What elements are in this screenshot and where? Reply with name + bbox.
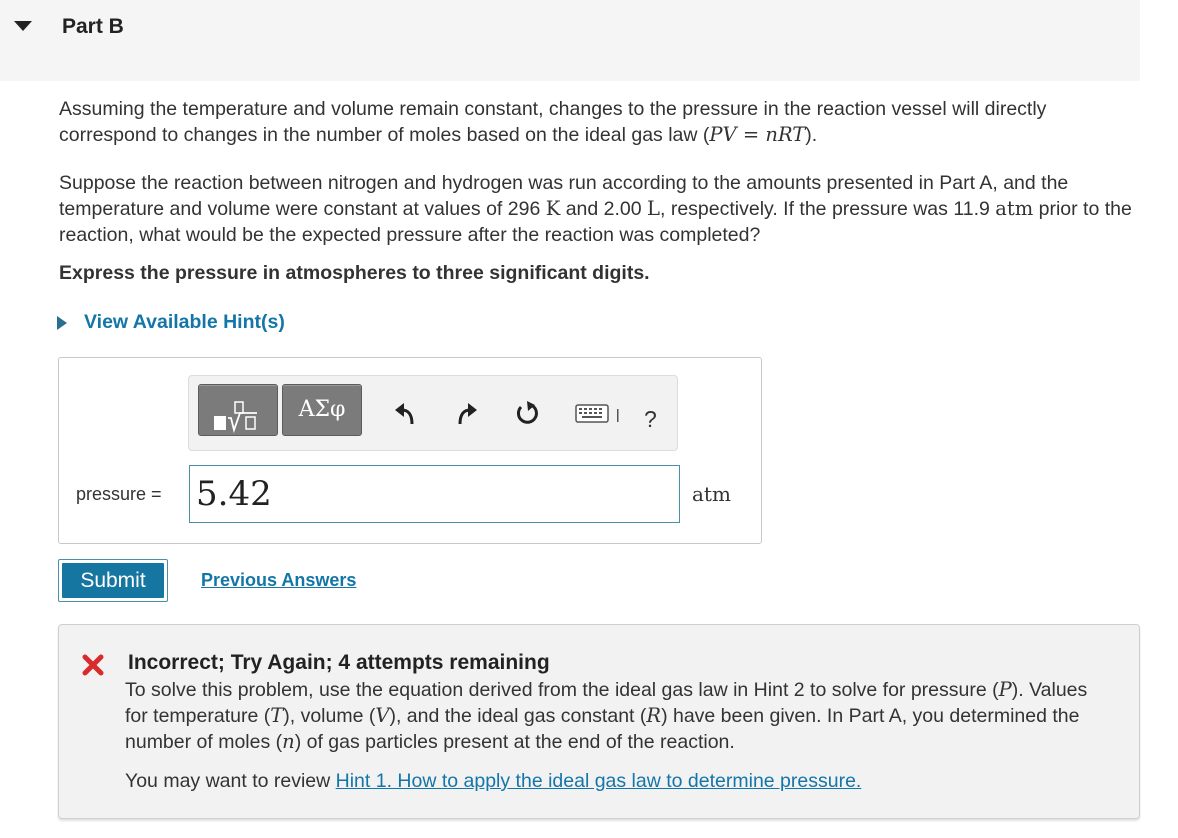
fb-s1: To solve this problem, use the equation … — [125, 679, 999, 701]
fb-var-r: R — [646, 704, 662, 727]
keyboard-icon[interactable] — [575, 402, 621, 426]
view-hints-label[interactable]: View Available Hint(s) — [84, 311, 285, 334]
pressure-input[interactable] — [189, 465, 680, 523]
greek-letters-button[interactable]: ΑΣφ — [282, 384, 362, 436]
problem-paragraph-2: Suppose the reaction between nitrogen an… — [59, 170, 1144, 248]
fb-var-p: P — [998, 678, 1012, 701]
review-line: You may want to review Hint 1. How to ap… — [125, 770, 861, 793]
fb-s3: ), volume ( — [283, 705, 376, 727]
expand-caret-icon[interactable] — [57, 315, 67, 330]
part-title: Part B — [62, 15, 124, 38]
fb-var-v: V — [375, 704, 390, 727]
view-hints-toggle[interactable]: View Available Hint(s) — [57, 311, 285, 334]
unit-kelvin: K — [545, 197, 561, 220]
p1-end: ). — [805, 124, 818, 146]
feedback-title: Incorrect; Try Again; 4 attempts remaini… — [128, 651, 550, 674]
unit-label: atm — [692, 482, 731, 506]
reset-icon[interactable] — [512, 398, 542, 428]
redo-icon[interactable] — [451, 398, 481, 428]
submit-label[interactable]: Submit — [62, 563, 164, 598]
ideal-gas-law-equation: PV = nRT — [709, 123, 805, 146]
review-prefix: You may want to review — [125, 770, 336, 792]
p2-c: , respectively. If the pressure was 11.9 — [659, 198, 996, 220]
templates-icon — [214, 401, 257, 434]
eq-v: V — [722, 123, 737, 146]
undo-icon[interactable] — [391, 398, 421, 428]
submit-button[interactable]: Submit — [58, 559, 168, 602]
part-header[interactable]: Part B — [0, 0, 1140, 81]
math-toolbar: ΑΣφ ? — [188, 375, 678, 451]
problem-paragraph-1: Assuming the temperature and volume rema… — [59, 96, 1144, 148]
incorrect-x-icon — [82, 654, 104, 676]
fb-s6: ) of gas particles present at the end of… — [294, 731, 735, 753]
unit-atm: atm — [995, 197, 1034, 220]
fb-var-n: n — [282, 730, 295, 753]
fb-var-t: T — [270, 704, 284, 727]
unit-liter: L — [647, 197, 660, 220]
eq-t: T — [792, 123, 806, 146]
collapse-caret-icon[interactable] — [14, 21, 32, 31]
instruction-text: Express the pressure in atmospheres to t… — [59, 262, 650, 284]
help-icon[interactable]: ? — [644, 406, 664, 436]
eq-r: R — [777, 123, 793, 146]
p2-b: and 2.00 — [560, 198, 648, 220]
templates-button[interactable] — [198, 384, 278, 436]
eq-equals: = — [736, 123, 766, 146]
pressure-label: pressure = — [76, 484, 162, 504]
feedback-text: To solve this problem, use the equation … — [125, 677, 1115, 755]
hint-1-link[interactable]: Hint 1. How to apply the ideal gas law t… — [336, 770, 862, 792]
fb-s4: ), and the ideal gas constant ( — [389, 705, 647, 727]
eq-n: n — [765, 123, 778, 146]
feedback-box: Incorrect; Try Again; 4 attempts remaini… — [58, 624, 1140, 819]
previous-answers-link[interactable]: Previous Answers — [201, 570, 356, 591]
p1-text: Assuming the temperature and volume rema… — [59, 98, 1047, 146]
eq-p: P — [709, 123, 723, 146]
greek-letters-icon: ΑΣφ — [298, 397, 346, 422]
answer-box: ΑΣφ ? pressure = atm — [58, 357, 762, 544]
